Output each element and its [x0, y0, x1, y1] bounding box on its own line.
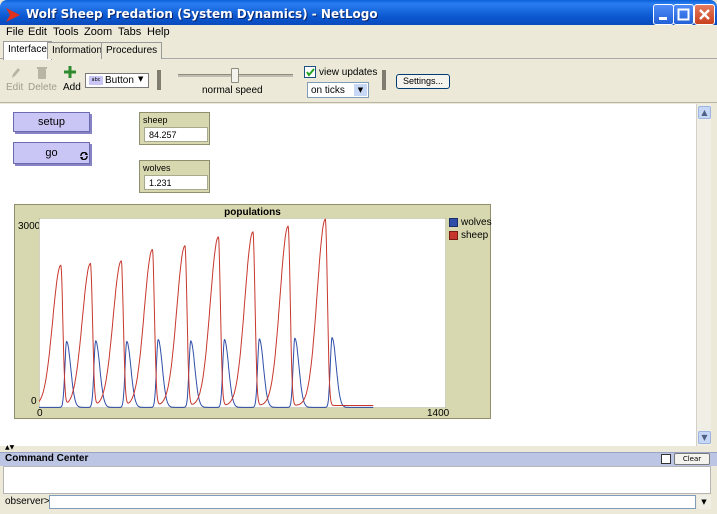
tab-bar: Interface Information Procedures	[0, 41, 717, 60]
tab-information[interactable]: Information	[47, 42, 108, 59]
menu-file[interactable]: File	[6, 26, 24, 38]
menu-edit[interactable]: Edit	[28, 26, 47, 38]
minimize-icon	[659, 17, 667, 20]
view-updates-checkbox[interactable]	[304, 66, 316, 78]
command-center-title: Command Center	[5, 453, 89, 464]
settings-button[interactable]: Settings...	[396, 74, 450, 89]
update-mode-value: on ticks	[311, 85, 345, 96]
menu-bar: File Edit Tools Zoom Tabs Help	[0, 25, 717, 41]
command-input-row: observer> ▼	[0, 494, 717, 511]
go-button-label: go	[45, 147, 58, 159]
menu-zoom[interactable]: Zoom	[84, 26, 112, 38]
plot-area	[39, 218, 446, 408]
speed-slider-thumb[interactable]	[231, 68, 239, 83]
tab-interface[interactable]: Interface	[3, 41, 52, 60]
y-max-label: 3000	[18, 221, 41, 232]
scroll-up-icon[interactable]: ▲	[698, 106, 711, 119]
clear-button[interactable]: Clear	[674, 453, 710, 465]
speed-label: normal speed	[202, 85, 263, 96]
command-input[interactable]	[49, 495, 696, 509]
maximize-pane-icon[interactable]	[661, 454, 671, 464]
forever-loop-icon	[80, 152, 88, 160]
chevron-down-icon: ▼	[354, 84, 367, 96]
edit-button[interactable]: Edit	[6, 82, 23, 93]
edit-pencil-icon	[12, 68, 20, 78]
plot-background	[39, 218, 446, 408]
plot-title: populations	[224, 207, 281, 218]
x-min-label: 0	[37, 408, 43, 419]
wolves-monitor-label: wolves	[143, 163, 171, 173]
workspace-scrollbar[interactable]: ▲ ▼	[696, 104, 711, 446]
legend-label-sheep: sheep	[461, 230, 489, 241]
legend-swatch-wolves	[449, 218, 458, 227]
observer-prompt: observer>	[5, 496, 50, 507]
wolves-monitor-value: 1.231	[144, 175, 208, 190]
toolbar-separator	[157, 70, 161, 90]
toolbar: Edit Delete Add abc Button ▼ normal spee…	[0, 60, 717, 103]
widget-type-select[interactable]: abc Button ▼	[85, 73, 149, 88]
menu-tools[interactable]: Tools	[53, 26, 79, 38]
y-min-label: 0	[31, 396, 37, 407]
x-max-label: 1400	[427, 408, 450, 419]
delete-button[interactable]: Delete	[28, 82, 57, 93]
go-button[interactable]: go	[13, 142, 90, 164]
menu-tabs[interactable]: Tabs	[118, 26, 141, 38]
chevron-down-icon: ▼	[138, 75, 144, 83]
sheep-monitor-label: sheep	[143, 115, 168, 125]
legend-label-wolves: wolves	[461, 217, 492, 228]
checkmark-icon	[306, 68, 315, 77]
legend-swatch-sheep	[449, 231, 458, 240]
tab-procedures[interactable]: Procedures	[101, 42, 163, 59]
populations-plot: populations 3000 0 0 1400 wolves sheep	[14, 204, 492, 419]
add-button[interactable]: Add	[63, 82, 81, 93]
view-updates-label: view updates	[319, 67, 378, 78]
command-history-dropdown[interactable]: ▼	[697, 495, 711, 509]
toolbar-separator	[382, 70, 386, 90]
command-center-output	[3, 466, 711, 494]
minimize-button[interactable]	[653, 4, 674, 25]
sheep-monitor-value: 84.257	[144, 127, 208, 142]
update-mode-select[interactable]: on ticks ▼	[307, 82, 369, 98]
netlogo-logo-icon	[6, 8, 20, 22]
delete-trash-icon	[37, 67, 47, 79]
window-title: Wolf Sheep Predation (System Dynamics) -…	[26, 7, 378, 21]
close-icon	[699, 9, 710, 20]
maximize-button[interactable]	[673, 4, 694, 25]
button-widget-icon: abc	[89, 76, 103, 85]
close-button[interactable]	[694, 4, 715, 25]
wolves-monitor: wolves 1.231	[139, 160, 210, 193]
widget-type-value: Button	[105, 75, 134, 86]
sheep-monitor: sheep 84.257	[139, 112, 210, 145]
command-center-header: Command Center Clear	[0, 452, 717, 466]
scroll-down-icon[interactable]: ▼	[698, 431, 711, 444]
splitter-arrows-icon[interactable]: ▲▼	[5, 444, 14, 451]
menu-help[interactable]: Help	[147, 26, 170, 38]
add-plus-icon	[64, 66, 76, 78]
setup-button[interactable]: setup	[13, 112, 90, 132]
maximize-icon	[677, 8, 690, 21]
